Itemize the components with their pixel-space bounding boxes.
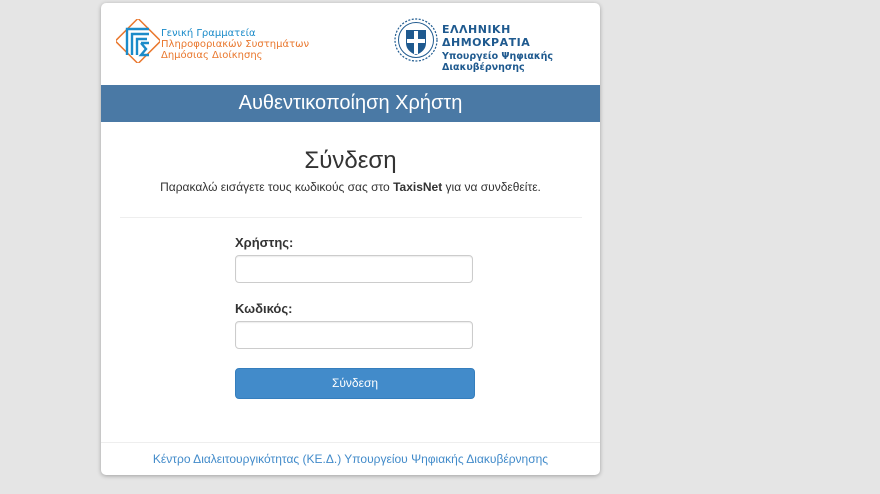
greek-emblem-logo [394, 18, 438, 62]
username-input[interactable] [235, 255, 473, 283]
gsis-line2: Πληροφοριακών Συστημάτων [161, 39, 310, 50]
instructions-text-end: για να συνδεθείτε. [442, 180, 541, 194]
ministry-line1: Υπουργείο Ψηφιακής [442, 51, 554, 62]
login-button[interactable]: Σύνδεση [235, 368, 475, 399]
interoperability-center-link[interactable]: Κέντρο Διαλειτουργικότητας (ΚΕ.Δ.) Υπουρ… [101, 452, 600, 466]
gsis-logo [116, 19, 160, 63]
login-title: Σύνδεση [304, 147, 397, 174]
gsis-name: Γενική Γραμματεία Πληροφοριακών Συστημάτ… [161, 28, 309, 61]
ministry-line2: Διακυβέρνησης [442, 62, 525, 73]
footer-divider [101, 442, 600, 443]
gsis-line1: Γενική Γραμματεία [161, 28, 256, 39]
divider [120, 217, 582, 218]
gsis-line3: Δημόσιας Διοίκησης [161, 50, 263, 61]
header: Γενική Γραμματεία Πληροφοριακών Συστημάτ… [101, 3, 600, 85]
republic-name: ΕΛΛΗΝΙΚΗ ΔΗΜΟΚΡΑΤΙΑ Υπουργείο Ψηφιακής Δ… [442, 23, 600, 73]
password-label: Κωδικός: [235, 301, 293, 316]
username-label: Χρήστης: [235, 235, 294, 250]
republic-title: ΕΛΛΗΝΙΚΗ ΔΗΜΟΚΡΑΤΙΑ [442, 23, 531, 49]
login-card: Γενική Γραμματεία Πληροφοριακών Συστημάτ… [101, 3, 600, 475]
auth-banner: Αυθεντικοποίηση Χρήστη [101, 85, 600, 122]
password-input[interactable] [235, 321, 473, 349]
taxisnet-label: TaxisNet [393, 180, 443, 194]
instructions-text: Παρακαλώ εισάγετε τους κωδικούς σας στο [160, 180, 394, 194]
login-instructions: Παρακαλώ εισάγετε τους κωδικούς σας στο … [101, 180, 600, 194]
